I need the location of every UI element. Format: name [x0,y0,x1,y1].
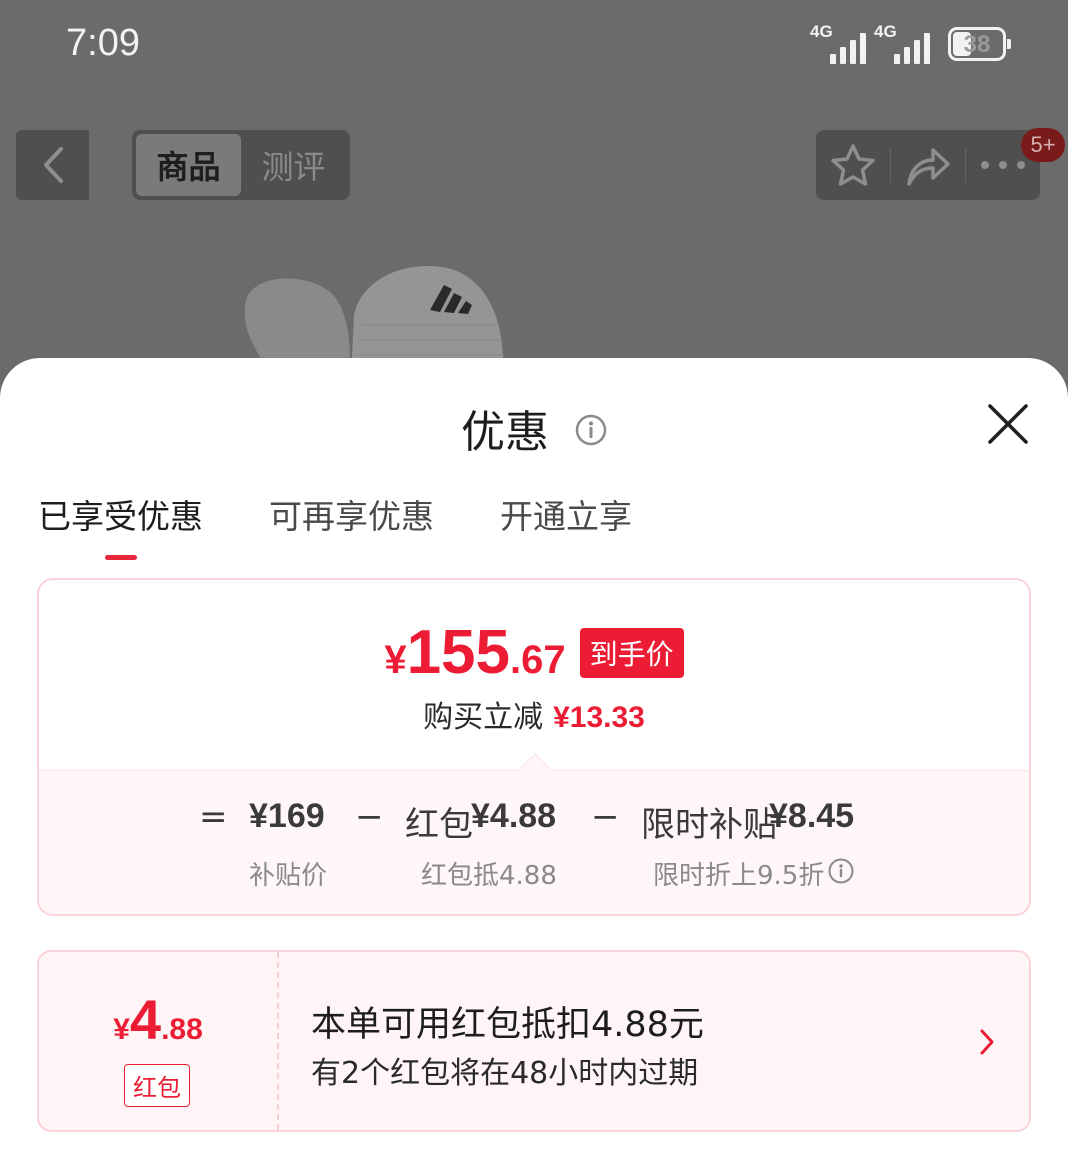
coupon-title: 本单可用红包抵扣4.88元 [311,1005,704,1045]
info-icon[interactable] [828,858,854,891]
product-tabs: 商品 测评 [132,130,350,200]
base-price: ¥169 [249,797,325,835]
tab-enjoyed-discounts[interactable]: 已享受优惠 [38,490,203,560]
reduction-label: 购买立减 [423,700,544,735]
favorite-button[interactable] [816,130,890,200]
tab-activate-discounts[interactable]: 开通立享 [500,490,632,560]
close-icon [988,404,1028,444]
tab-review[interactable]: 测评 [241,134,346,196]
tab-more-discounts[interactable]: 可再享优惠 [269,490,434,560]
coupon-value-integer: 4 [129,988,162,1051]
sheet-title: 优惠 [461,407,549,458]
currency-symbol: ¥ [384,638,407,682]
page-backdrop: 7:09 4G 4G 38 商品 测评 5+ [0,0,1068,400]
price-summary-card: ¥155.67 到手价 购买立减 ¥13.33 = ¥169 − 红包 ¥4.88… [37,578,1031,916]
share-button[interactable] [891,130,965,200]
sheet-header: 优惠 [0,396,1068,461]
equals-sign: = [199,797,228,837]
currency-symbol: ¥ [113,1013,130,1046]
subsidy-note-row: 限时折上9.5折 [653,855,854,893]
chevron-right-icon[interactable] [979,1028,995,1060]
base-price-note: 补贴价 [249,861,328,891]
more-icon [981,161,1025,169]
back-button[interactable] [16,130,89,200]
subsidy-label: 限时补贴 [641,805,777,845]
signal-icon: 4G [810,22,866,64]
coupon-value-panel: ¥4.88 红包 [39,952,279,1130]
price-integer: 155 [406,618,511,687]
info-icon[interactable] [575,406,607,457]
minus-sign: − [355,797,384,837]
star-icon [831,144,875,186]
coupon-label: 红包 [405,805,473,845]
subsidy-note: 限时折上9.5折 [653,861,825,891]
signal-icon: 4G [874,22,930,64]
price-breakdown: = ¥169 − 红包 ¥4.88 − 限时补贴 ¥8.45 补贴价 红包抵4.… [39,770,1029,914]
subsidy-amount: ¥8.45 [769,797,855,835]
status-indicators: 4G 4G 38 [810,22,1011,64]
coupon-note: 红包抵4.88 [421,861,557,891]
coupon-amount: ¥4.88 [471,797,557,835]
price-decimal: .67 [510,638,566,682]
tab-product[interactable]: 商品 [136,134,241,196]
coupon-type-badge: 红包 [124,1064,190,1107]
final-price: ¥155.67 [384,622,565,684]
coupon-description: 有2个红包将在48小时内过期 [311,1056,699,1091]
nav-actions [816,130,1040,200]
status-time: 7:09 [66,22,140,64]
reduction-amount: ¥13.33 [553,701,645,734]
final-price-row: ¥155.67 到手价 [39,622,1029,684]
reduction-row: 购买立减 ¥13.33 [39,692,1029,736]
minus-sign: − [591,797,620,837]
close-button[interactable] [986,402,1030,446]
battery-level: 38 [963,31,991,58]
coupon-value: ¥4.88 [39,992,277,1048]
battery-icon: 38 [948,27,1011,61]
discount-tabs: 已享受优惠 可再享优惠 开通立享 [38,490,632,560]
notification-badge: 5+ [1021,128,1065,162]
final-price-tag: 到手价 [579,628,684,678]
coupon-value-decimal: .88 [161,1013,203,1046]
back-icon [43,147,63,183]
share-icon [907,148,950,186]
red-packet-coupon[interactable]: ¥4.88 红包 本单可用红包抵扣4.88元 有2个红包将在48小时内过期 [37,950,1031,1132]
discount-sheet: 优惠 已享受优惠 可再享优惠 开通立享 ¥155.67 到手价 购买立减 ¥13.… [0,358,1068,1154]
